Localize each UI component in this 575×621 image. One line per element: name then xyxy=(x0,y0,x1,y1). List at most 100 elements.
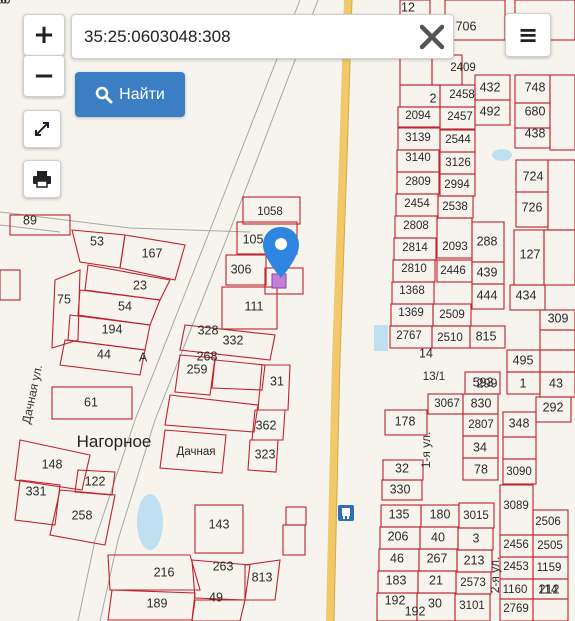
plot-label: 46 xyxy=(390,551,404,565)
plot-label: 2454 xyxy=(404,198,430,210)
plot-label: 3101 xyxy=(459,600,485,612)
plot-label: 75 xyxy=(57,292,71,306)
plot-label: 167 xyxy=(142,246,163,260)
plot-label: 323 xyxy=(255,447,276,461)
plot-label: 148 xyxy=(42,457,63,471)
fullscreen-button[interactable] xyxy=(23,110,61,148)
plot-label: 813 xyxy=(252,570,273,584)
menu-icon: ≡ xyxy=(517,21,539,49)
plot-label: 259 xyxy=(187,362,208,376)
plot-label: 2458 xyxy=(449,89,475,101)
plot-label: 330 xyxy=(390,482,411,496)
plot-label: 183 xyxy=(386,573,407,587)
plot-label: 111 xyxy=(244,299,263,313)
plot-label: 105 xyxy=(243,232,264,246)
cadastral-number-input[interactable] xyxy=(84,15,404,58)
plot-label: 3090 xyxy=(506,466,532,478)
zoom-in-button[interactable]: + xyxy=(23,14,65,56)
plot-label: 492 xyxy=(480,104,501,118)
search-box xyxy=(71,14,454,59)
plot-label: 43 xyxy=(549,376,563,390)
plot-label: 1368 xyxy=(399,285,425,297)
plot-label: 306 xyxy=(231,262,252,276)
find-button[interactable]: Найти xyxy=(75,72,185,117)
plot-label: 213 xyxy=(464,553,485,567)
plot-label: 26 xyxy=(0,0,7,6)
plot-label: 815 xyxy=(476,329,497,343)
minus-icon: − xyxy=(33,61,55,91)
plot-label: 23 xyxy=(133,278,147,292)
street-label-2ya: 2-я ул. xyxy=(488,557,502,594)
plot-label: 2994 xyxy=(444,179,470,191)
plot-label: 680 xyxy=(525,104,546,118)
plot-label: 309 xyxy=(548,311,569,325)
plot-label: 180 xyxy=(430,507,451,521)
plot-label: 1159 xyxy=(537,562,562,574)
plus-icon: + xyxy=(33,20,55,50)
plot-label: 2814 xyxy=(402,242,428,254)
plot-label: 3 xyxy=(473,531,480,545)
place-label: Нагорное xyxy=(77,432,152,451)
plot-label: 332 xyxy=(223,333,244,347)
plot-label: 2809 xyxy=(405,176,431,188)
plot-label: 3015 xyxy=(463,510,489,522)
plot-label: 54 xyxy=(118,299,132,313)
plot-label: 3139 xyxy=(405,132,431,144)
plot-label: 258 xyxy=(72,508,93,522)
plot-label: 3067 xyxy=(434,398,460,410)
plot-label: 830 xyxy=(471,396,492,410)
plot-label: 216 xyxy=(154,565,175,579)
plot-label: 78 xyxy=(474,462,488,476)
plot-label: 2510 xyxy=(437,332,463,344)
zoom-out-button[interactable]: − xyxy=(23,55,65,97)
menu-button[interactable]: ≡ xyxy=(505,13,551,57)
plot-label: 268 xyxy=(197,349,218,363)
plot-label: 267 xyxy=(427,551,448,565)
plot-label: 2094 xyxy=(405,110,431,122)
expand-icon xyxy=(35,122,49,136)
plot-label: 2446 xyxy=(440,265,466,277)
plot-label: 31 xyxy=(270,374,284,388)
plot-label: 61 xyxy=(84,395,98,409)
print-button[interactable] xyxy=(23,160,61,198)
plot-label: 724 xyxy=(523,169,544,183)
find-button-label: Найти xyxy=(119,85,165,103)
plot-label: 438 xyxy=(525,126,546,140)
plot-label: 13/1 xyxy=(423,371,445,383)
plot-label: 32 xyxy=(395,461,409,475)
plot-label: 348 xyxy=(509,416,530,430)
plot-label: 206 xyxy=(388,529,409,543)
plot-label: 53 xyxy=(90,234,104,248)
street-label-1ya: 1-я ул. xyxy=(419,432,433,469)
plot-label: 748 xyxy=(525,80,546,94)
plot-label: 2807 xyxy=(468,419,494,431)
plot-label: 288 xyxy=(477,234,498,248)
selected-plot[interactable] xyxy=(271,273,287,289)
plot-label: 1160 xyxy=(503,584,528,596)
plot-label: 2810 xyxy=(401,263,427,275)
plot-label: 192 xyxy=(405,604,426,618)
plot-label: 49 xyxy=(209,590,223,604)
plot-label: 127 xyxy=(520,247,541,261)
plot-label: 593 xyxy=(473,375,494,389)
plot-label: 89 xyxy=(23,213,37,227)
plot-label: 178 xyxy=(395,414,416,428)
plot-label: 2505 xyxy=(537,540,563,552)
plot-label: 2 xyxy=(430,91,437,105)
plot-label: 2769 xyxy=(503,603,529,615)
plot-label: 432 xyxy=(480,80,501,94)
plot-label: 2453 xyxy=(503,561,529,573)
plot-label: 2538 xyxy=(442,201,468,213)
plot-label: 30 xyxy=(428,596,442,610)
plot-label: 2409 xyxy=(450,62,476,74)
plot-label: 706 xyxy=(456,19,477,33)
plot-label: 3126 xyxy=(445,157,471,169)
plot-label: 34 xyxy=(473,440,487,454)
clear-search-button[interactable] xyxy=(417,22,447,52)
plot-label: 114 xyxy=(538,582,558,596)
plot-label: 331 xyxy=(26,484,47,498)
plot-label: 495 xyxy=(513,353,534,367)
plot-label: 292 xyxy=(543,400,564,414)
plot-label: 44 xyxy=(97,347,111,361)
plot-label: А xyxy=(139,350,148,364)
